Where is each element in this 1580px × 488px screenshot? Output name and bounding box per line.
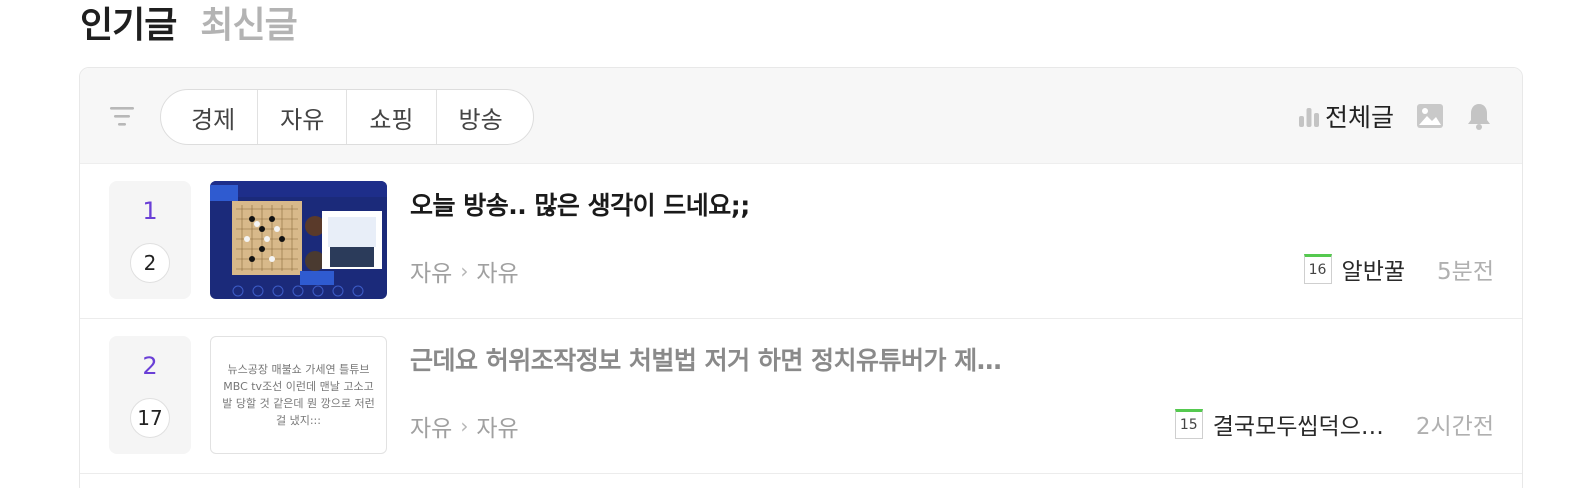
rank-box: 1 2 bbox=[109, 181, 191, 299]
all-posts-label: 전체글 bbox=[1324, 103, 1394, 132]
category-chip-free[interactable]: 자유 bbox=[257, 90, 346, 144]
post-breadcrumb: 자유 › 자유 bbox=[410, 409, 519, 443]
post-meta: 16 알반꿀 5분전 bbox=[1303, 252, 1494, 286]
post-board: 경제 자유 쇼핑 방송 전체글 1 2 오늘 방송.. 많은 생각이 드네요;;… bbox=[79, 67, 1523, 488]
category-chip-economy[interactable]: 경제 bbox=[161, 90, 257, 144]
post-breadcrumb: 자유 › 자유 bbox=[410, 254, 519, 288]
filter-icon[interactable] bbox=[108, 104, 136, 128]
post-title[interactable]: 오늘 방송.. 많은 생각이 드네요;; bbox=[410, 186, 750, 222]
post-title[interactable]: 근데요 허위조작정보 처벌법 저거 하면 정치유튜버가 제… bbox=[410, 341, 1002, 377]
post-time: 5분전 bbox=[1437, 259, 1494, 285]
category-chip-shopping[interactable]: 쇼핑 bbox=[346, 90, 435, 144]
subboard-name[interactable]: 자유 bbox=[476, 254, 518, 288]
comment-count-badge: 2 bbox=[130, 243, 170, 283]
tab-popular[interactable]: 인기글 bbox=[80, 0, 177, 48]
author-name[interactable]: 결국모두씹덕으… bbox=[1213, 407, 1384, 441]
category-chips: 경제 자유 쇼핑 방송 bbox=[160, 89, 534, 145]
chevron-right-icon: › bbox=[460, 259, 469, 283]
board-name[interactable]: 자유 bbox=[410, 254, 452, 288]
bar-chart-icon bbox=[1298, 108, 1319, 127]
post-thumbnail[interactable] bbox=[210, 181, 387, 299]
rank-box: 2 17 bbox=[109, 336, 191, 454]
post-meta: 15 결국모두씹덕으… 2시간전 bbox=[1174, 407, 1494, 441]
toolbar-tools: 전체글 bbox=[1297, 96, 1492, 136]
level-badge: 15 bbox=[1174, 409, 1203, 439]
category-chip-broadcast[interactable]: 방송 bbox=[435, 90, 533, 144]
author-name[interactable]: 알반꿀 bbox=[1342, 252, 1405, 286]
bell-icon[interactable] bbox=[1466, 102, 1492, 130]
all-posts-button[interactable]: 전체글 bbox=[1297, 98, 1394, 134]
rank-number: 1 bbox=[142, 197, 158, 225]
post-row[interactable]: 1 2 오늘 방송.. 많은 생각이 드네요;; 자유 › 자유 16 알반꿀 … bbox=[80, 164, 1522, 319]
post-time: 2시간전 bbox=[1415, 414, 1494, 440]
post-text-thumbnail[interactable]: 뉴스공장 매불쇼 가세연 틀튜브 MBC tv조선 이런데 맨날 고소고발 당할… bbox=[210, 336, 387, 454]
board-toolbar: 경제 자유 쇼핑 방송 전체글 bbox=[80, 68, 1522, 164]
comment-count-badge: 17 bbox=[130, 398, 170, 438]
chevron-right-icon: › bbox=[460, 414, 469, 438]
subboard-name[interactable]: 자유 bbox=[476, 409, 518, 443]
rank-number: 2 bbox=[142, 352, 158, 380]
post-row[interactable]: 2 17 뉴스공장 매불쇼 가세연 틀튜브 MBC tv조선 이런데 맨날 고소… bbox=[80, 319, 1522, 474]
go-match-thumbnail-image bbox=[210, 181, 387, 299]
feed-tabs: 인기글 최신글 bbox=[80, 0, 298, 46]
tab-latest[interactable]: 최신글 bbox=[200, 0, 297, 48]
level-badge: 16 bbox=[1303, 254, 1332, 284]
board-name[interactable]: 자유 bbox=[410, 409, 452, 443]
image-icon[interactable] bbox=[1416, 103, 1444, 129]
